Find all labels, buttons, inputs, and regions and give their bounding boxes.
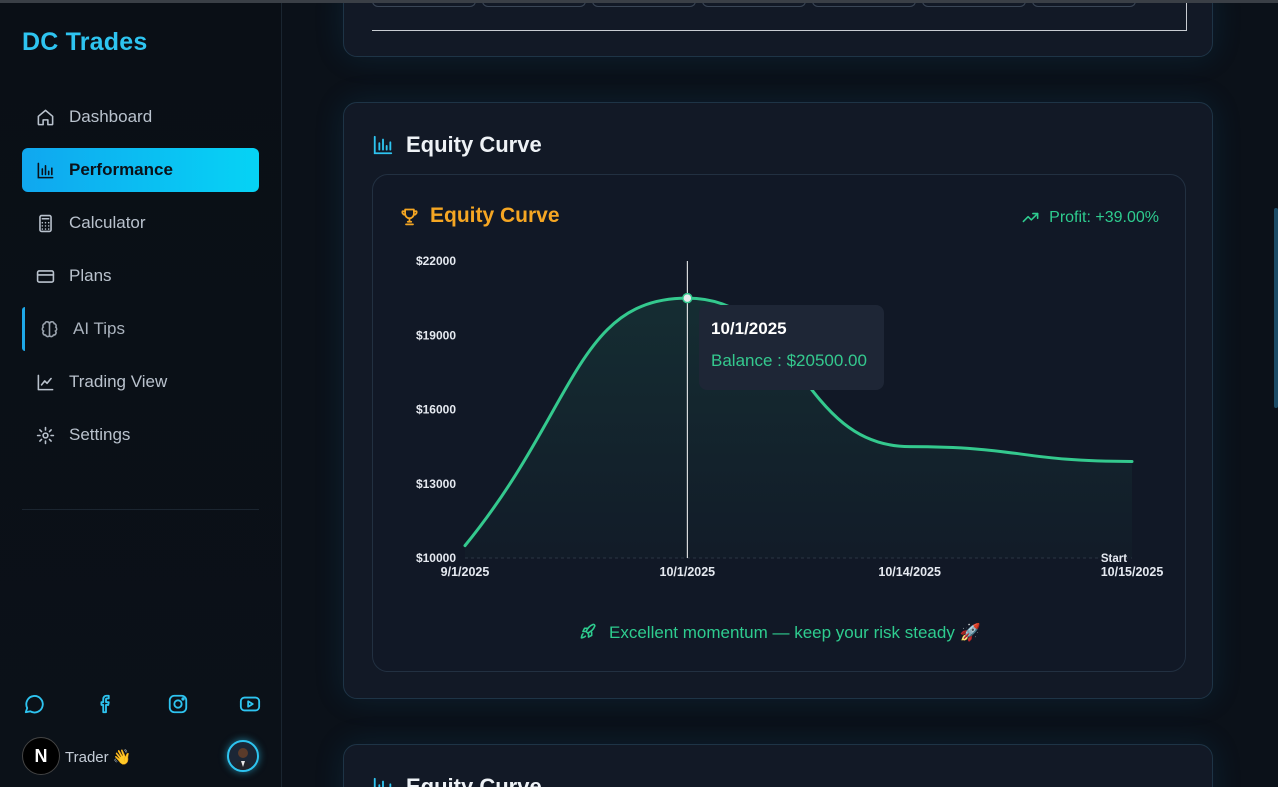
next-panel: Equity Curve: [343, 744, 1213, 787]
panel-title-text: Equity Curve: [406, 132, 542, 157]
sidebar-item-label: Calculator: [69, 213, 146, 232]
y-tick-label: $19000: [416, 328, 456, 342]
user-footer: N Trader 👋: [22, 735, 262, 779]
sidebar-nav: Dashboard Performance Calculator Plans A…: [22, 95, 259, 466]
y-tick-label: $22000: [416, 254, 456, 268]
bar-chart-icon: [372, 134, 394, 156]
sidebar-item-label: Dashboard: [69, 107, 153, 126]
sidebar: DC Trades Dashboard Performance Calculat…: [0, 0, 282, 787]
previous-panel: [343, 0, 1213, 57]
sidebar-item-performance[interactable]: Performance: [22, 148, 259, 192]
avatar[interactable]: [227, 740, 259, 772]
tooltip-date: 10/1/2025: [711, 319, 787, 338]
sidebar-item-ai-tips[interactable]: AI Tips: [22, 307, 259, 351]
sidebar-item-label: Plans: [69, 266, 112, 285]
brand-logo[interactable]: DC Trades: [22, 28, 147, 57]
x-tick-label: 9/1/2025: [441, 565, 490, 579]
sidebar-item-trading-view[interactable]: Trading View: [22, 360, 259, 404]
momentum-text: Excellent momentum — keep your risk stea…: [609, 623, 981, 642]
panel-title-text: Equity Curve: [406, 774, 542, 787]
equity-curve-card: Equity Curve Profit: +39.00% $22000 $1900…: [372, 174, 1186, 672]
momentum-message: Excellent momentum — keep your risk stea…: [373, 622, 1187, 646]
x-tick-label: 10/1/2025: [660, 565, 716, 579]
sidebar-item-calculator[interactable]: Calculator: [22, 201, 259, 245]
line-chart-icon: [35, 372, 55, 392]
window-top-border: [0, 0, 1278, 3]
sidebar-item-label: AI Tips: [73, 319, 125, 338]
equity-curve-panel: Equity Curve Equity Curve Profit: +39.00…: [343, 102, 1213, 699]
start-label: Start: [1101, 553, 1127, 565]
panel-title: Equity Curve: [372, 132, 542, 158]
chart-tooltip: 10/1/2025 Balance : $20500.00: [699, 305, 884, 390]
equity-chart[interactable]: $22000 $19000 $16000 $13000 $10000 9/1/2025 1…: [373, 175, 1187, 673]
sidebar-divider: [22, 509, 259, 510]
brain-icon: [39, 319, 59, 339]
y-tick-label: $13000: [416, 477, 456, 491]
rocket-icon: [579, 622, 598, 646]
y-tick-label: $16000: [416, 403, 456, 417]
x-tick-label: 10/15/2025: [1101, 565, 1164, 579]
instagram-icon[interactable]: [166, 692, 190, 716]
y-tick-label: $10000: [416, 551, 456, 565]
sidebar-item-dashboard[interactable]: Dashboard: [22, 95, 259, 139]
social-links: [22, 692, 262, 716]
gear-icon: [35, 425, 55, 445]
home-icon: [35, 107, 55, 127]
scrollbar[interactable]: [1274, 208, 1278, 408]
youtube-icon[interactable]: [238, 692, 262, 716]
previous-panel-table: [372, 1, 1187, 31]
user-logo[interactable]: N: [22, 737, 60, 775]
hover-point[interactable]: [682, 292, 693, 304]
sidebar-item-label: Performance: [69, 160, 173, 179]
bar-chart-icon: [35, 160, 55, 180]
calculator-icon: [35, 213, 55, 233]
facebook-icon[interactable]: [94, 692, 118, 716]
whatsapp-icon[interactable]: [22, 692, 46, 716]
panel-title: Equity Curve: [372, 774, 542, 787]
x-tick-label: 10/14/2025: [878, 565, 941, 579]
sidebar-item-label: Settings: [69, 425, 131, 444]
main-content: Equity Curve Equity Curve Profit: +39.00…: [282, 0, 1278, 787]
sidebar-item-plans[interactable]: Plans: [22, 254, 259, 298]
sidebar-item-settings[interactable]: Settings: [22, 413, 259, 457]
credit-card-icon: [35, 266, 55, 286]
tooltip-balance: Balance : $20500.00: [711, 351, 867, 370]
sidebar-item-label: Trading View: [69, 372, 168, 391]
bar-chart-icon: [372, 776, 394, 787]
user-name: Trader 👋: [65, 749, 132, 766]
